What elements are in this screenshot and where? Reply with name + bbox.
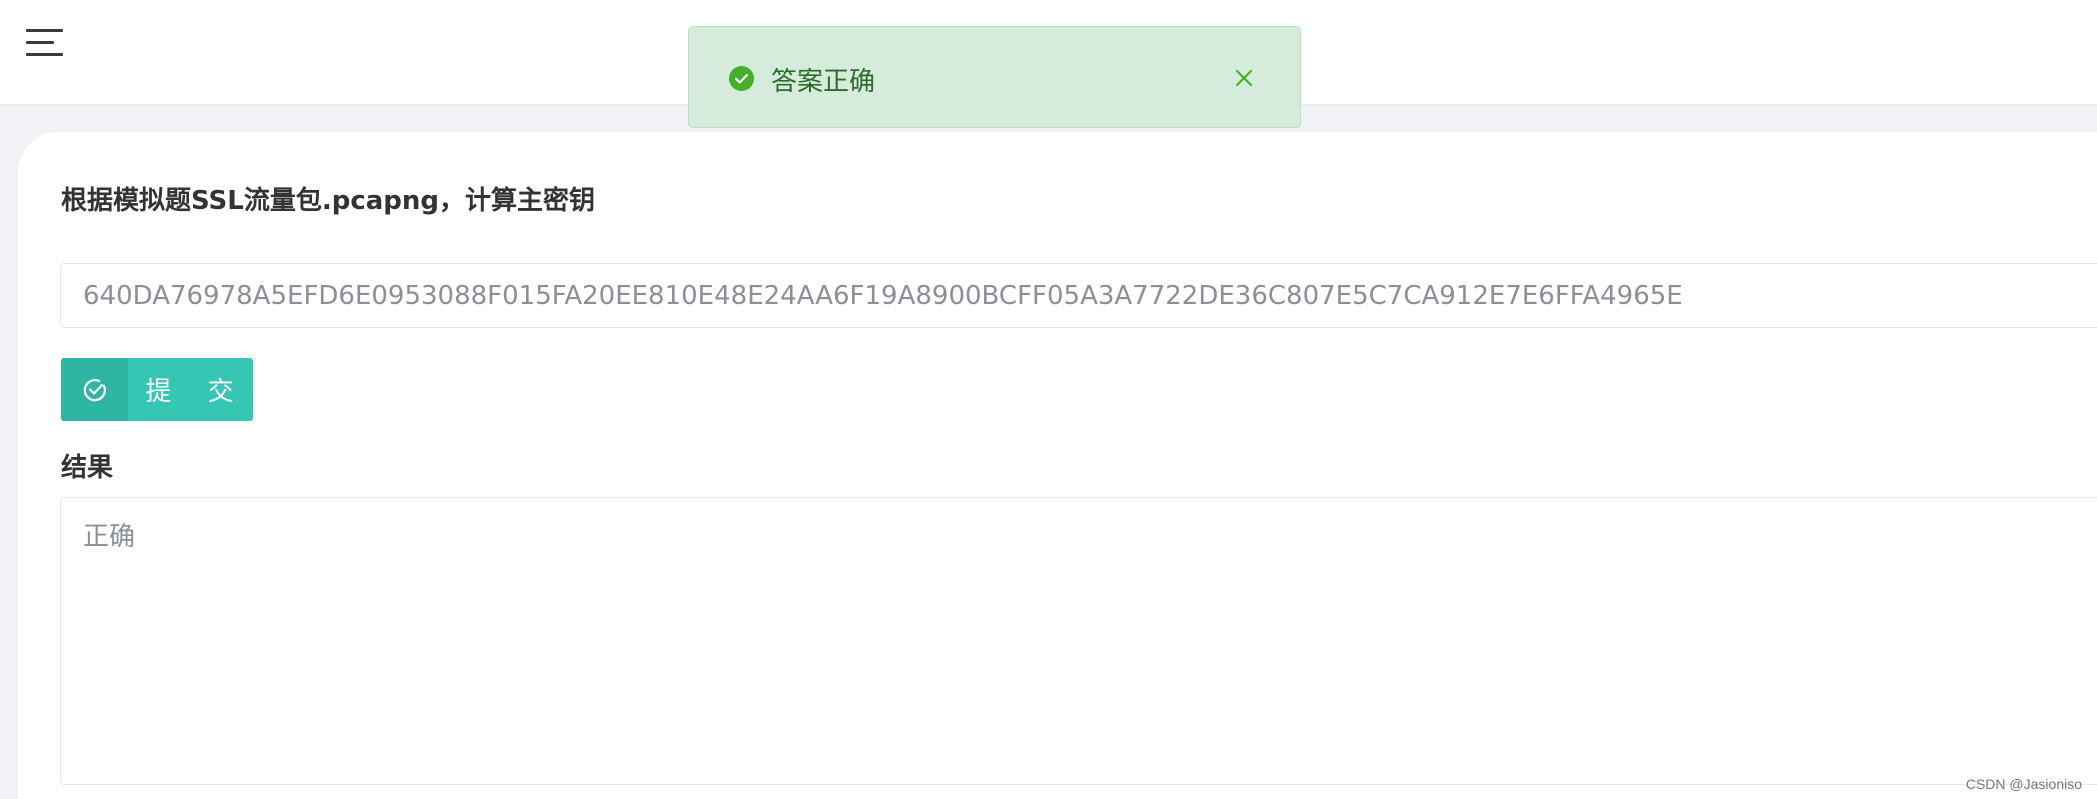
- answer-input[interactable]: [60, 263, 2097, 328]
- result-label: 结果: [61, 453, 114, 483]
- submit-button[interactable]: 提 交: [61, 358, 253, 421]
- check-circle-icon: [61, 358, 128, 421]
- hamburger-menu-icon[interactable]: [26, 29, 63, 57]
- watermark: CSDN @Jasioniso: [1965, 776, 2082, 792]
- result-textarea[interactable]: 正确: [60, 497, 2097, 785]
- close-icon[interactable]: [1233, 67, 1255, 89]
- success-toast: 答案正确: [688, 26, 1301, 128]
- question-title: 根据模拟题SSL流量包.pcapng，计算主密钥: [61, 186, 596, 216]
- success-check-icon: [729, 66, 754, 91]
- submit-button-label: 提 交: [145, 377, 248, 407]
- toast-message: 答案正确: [771, 67, 876, 97]
